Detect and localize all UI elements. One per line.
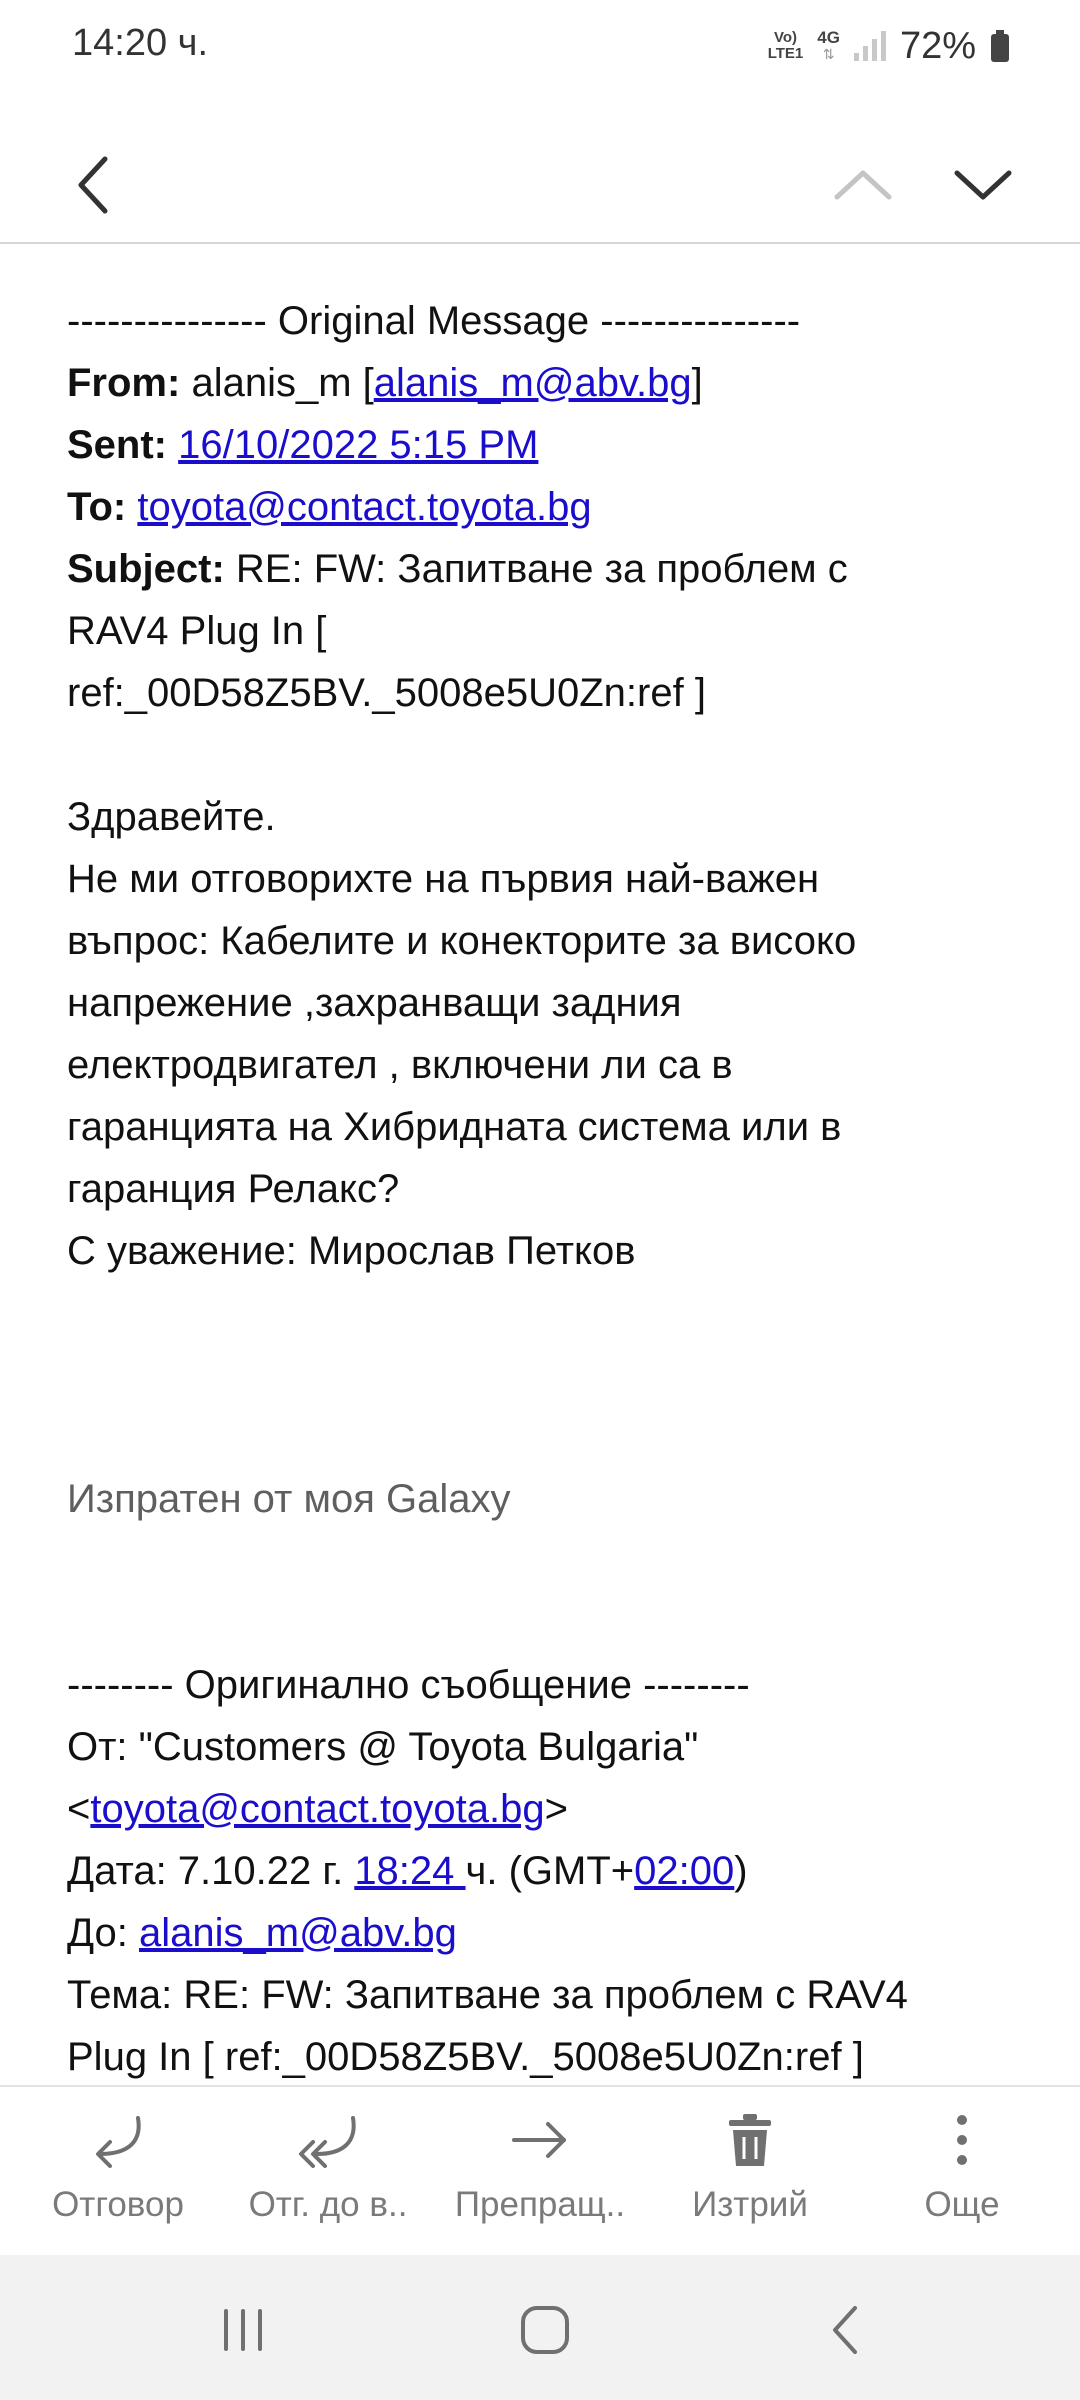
orig-subject-line-2: Plug In [ ref:_00D58Z5BV._5008e5U0Zn:ref…: [67, 2035, 864, 2079]
to-email-link[interactable]: toyota@contact.toyota.bg: [137, 485, 591, 529]
signature: Изпратен от моя Galaxy: [67, 1477, 511, 1521]
forward-icon: [512, 2122, 566, 2158]
network-type-text: 4G: [817, 28, 840, 47]
subject-text-2: RAV4 Plug In [: [67, 609, 327, 653]
body-line: Не ми отговорихте на първия най-важен: [67, 857, 820, 901]
from-name: alanis_m [: [191, 361, 374, 405]
volte-top-text: Vo): [773, 29, 797, 46]
volte-icon: Vo) LTE1: [768, 30, 804, 62]
home-button[interactable]: [495, 2295, 595, 2365]
subject-label: Subject:: [67, 547, 225, 591]
orig-date-line: Дата: 7.10.22 г. 18:24 ч. (GMT+02:00): [67, 1840, 1027, 1902]
orig-date-mid: ч. (GMT+: [465, 1849, 635, 1893]
orig-from-email-link[interactable]: toyota@contact.toyota.bg: [90, 1787, 544, 1831]
body-line: напрежение ,захранващи задния: [67, 981, 682, 1025]
volte-bottom-text: LTE1: [767, 45, 804, 62]
subject-line: Subject: RE: FW: Запитване за проблем с: [67, 538, 1027, 600]
forward-label: Препращ..: [454, 2185, 626, 2224]
original-message-header: --------------- Original Message -------…: [67, 299, 801, 343]
body-line: гаранцията на Хибридната система или в: [67, 1105, 842, 1149]
email-actions-bar: Отговор Отг. до в.. Препращ.. Изтрий Още: [0, 2085, 1080, 2255]
previous-email-button[interactable]: [818, 150, 908, 220]
network-type-icon: 4G ⇅: [817, 28, 840, 62]
recents-button[interactable]: [193, 2295, 293, 2365]
orig-to-line: До: alanis_m@abv.bg: [67, 1902, 1027, 1964]
original-message-header-bg: -------- Оригинално съобщение --------: [67, 1663, 750, 1707]
orig-subject-line-1: Тема: RE: FW: Запитване за проблем с RAV…: [67, 1973, 908, 2017]
subject-text-1: RE: FW: Запитване за проблем с: [235, 547, 848, 591]
chevron-up-icon: [834, 170, 892, 200]
delete-label: Изтрий: [692, 2185, 808, 2224]
body-line: Здравейте.: [67, 795, 276, 839]
more-vertical-icon: [957, 2115, 967, 2165]
reply-all-icon: [299, 2116, 356, 2168]
to-label: To:: [67, 485, 127, 529]
orig-from-line: От: "Customers @ Toyota Bulgaria": [67, 1725, 699, 1769]
status-time: 14:20 ч.: [72, 22, 209, 64]
reply-button[interactable]: Отговор: [8, 2105, 228, 2245]
recents-icon: [224, 2309, 262, 2351]
chevron-left-icon: [78, 156, 108, 214]
sent-date-link[interactable]: 16/10/2022 5:15 PM: [178, 423, 538, 467]
system-nav-bar: [0, 2255, 1080, 2400]
to-line: To: toyota@contact.toyota.bg: [67, 476, 1027, 538]
orig-to-label: До:: [67, 1911, 140, 1955]
orig-date-end: ): [734, 1849, 748, 1893]
body-line: гаранция Релакс?: [67, 1167, 400, 1211]
more-button[interactable]: Още: [852, 2105, 1072, 2245]
from-line: From: alanis_m [alanis_m@abv.bg]: [67, 352, 1027, 414]
body-line: С уважение: Мирослав Петков: [67, 1229, 636, 1273]
subject-text-3: ref:_00D58Z5BV._5008e5U0Zn:ref ]: [67, 671, 706, 715]
system-back-icon: [833, 2306, 857, 2354]
battery-percent: 72%: [899, 24, 976, 67]
orig-timezone-link[interactable]: 02:00: [634, 1849, 734, 1893]
from-label: From:: [67, 361, 181, 405]
system-back-button[interactable]: [795, 2295, 895, 2365]
orig-time-link[interactable]: 18:24: [354, 1849, 465, 1893]
battery-icon: [991, 30, 1009, 62]
data-arrows-icon: ⇅: [822, 46, 835, 62]
signal-icon: [853, 31, 886, 61]
orig-from-email-line: <toyota@contact.toyota.bg>: [67, 1778, 1027, 1840]
orig-from-close: >: [544, 1787, 568, 1831]
delete-button[interactable]: Изтрий: [640, 2105, 860, 2245]
orig-to-email-link[interactable]: alanis_m@abv.bg: [139, 1911, 457, 1955]
forward-button[interactable]: Препращ..: [430, 2105, 650, 2245]
body-line: електродвигател , включени ли са в: [67, 1043, 733, 1087]
sent-line: Sent: 16/10/2022 5:15 PM: [67, 414, 1027, 476]
reply-icon: [96, 2116, 141, 2168]
reply-label: Отговор: [52, 2185, 184, 2224]
more-label: Още: [924, 2185, 1000, 2224]
chevron-down-icon: [954, 170, 1012, 200]
back-button[interactable]: [48, 150, 138, 220]
status-icons: Vo) LTE1 4G ⇅ 72%: [768, 22, 1010, 70]
sent-label: Sent:: [67, 423, 167, 467]
reply-all-label: Отг. до в..: [248, 2185, 408, 2224]
body-line: въпрос: Кабелите и конекторите за високо: [67, 919, 857, 963]
reply-all-button[interactable]: Отг. до в..: [218, 2105, 438, 2245]
home-icon: [521, 2306, 569, 2354]
orig-from-open: <: [67, 1787, 91, 1831]
from-email-link[interactable]: alanis_m@abv.bg: [374, 361, 692, 405]
email-toolbar: [0, 120, 1080, 244]
email-body: --------------- Original Message -------…: [67, 290, 1027, 2085]
from-close: ]: [691, 361, 703, 405]
status-bar: 14:20 ч. Vo) LTE1 4G ⇅ 72%: [0, 0, 1080, 92]
orig-date-prefix: Дата: 7.10.22 г.: [67, 1849, 355, 1893]
next-email-button[interactable]: [938, 150, 1028, 220]
trash-icon: [729, 2114, 771, 2166]
